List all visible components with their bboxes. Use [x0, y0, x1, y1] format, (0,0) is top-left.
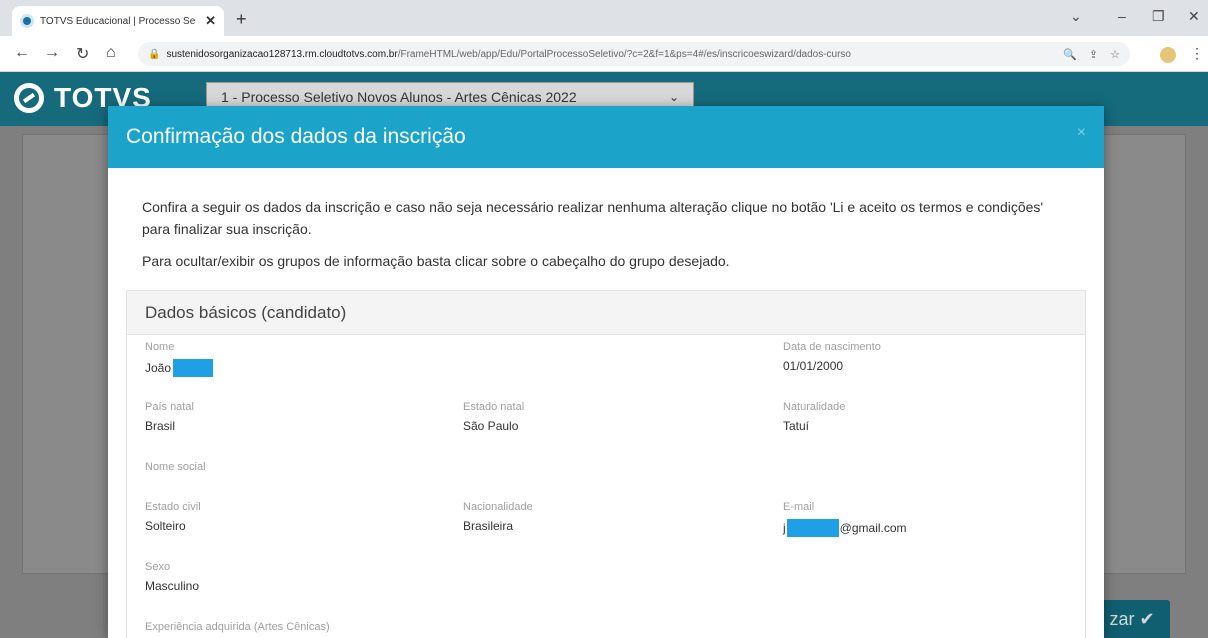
field-sexo: Sexo Masculino [145, 561, 199, 593]
group-dados-basicos: Dados básicos (candidato) Nome João Data… [126, 290, 1086, 638]
star-icon[interactable]: ☆ [1110, 48, 1120, 61]
field-label: Nacionalidade [463, 501, 533, 513]
field-value: j @gmail.com [783, 519, 907, 537]
tab-search-icon[interactable]: ⌄ [1070, 8, 1082, 25]
field-nacionalidade: Nacionalidade Brasileira [463, 501, 533, 533]
modal-header: Confirmação dos dados da inscrição × [108, 106, 1104, 168]
field-estado-civil: Estado civil Solteiro [145, 501, 201, 533]
profile-icon[interactable] [1160, 47, 1176, 63]
url-path: /FrameHTML/web/app/Edu/PortalProcessoSel… [397, 48, 851, 60]
field-label: Nome social [145, 461, 206, 473]
back-icon[interactable]: ← [14, 44, 30, 62]
reload-icon[interactable]: ↻ [76, 44, 89, 64]
field-email: E-mail j @gmail.com [783, 501, 907, 537]
field-data-nascimento: Data de nascimento 01/01/2000 [783, 341, 881, 373]
field-naturalidade: Naturalidade Tatuí [783, 401, 845, 433]
field-value: Tatuí [783, 419, 810, 433]
field-value: Brasil [145, 419, 176, 433]
share-icon[interactable]: ⇪ [1089, 48, 1098, 61]
toggle-hint-text: Para ocultar/exibir os grupos de informa… [142, 253, 730, 269]
field-value: Brasileira [463, 519, 514, 533]
address-bar[interactable]: 🔒 sustenidosorganizacao128713.rm.cloudto… [138, 42, 1130, 66]
url-domain: sustenidosorganizacao128713.rm.cloudtotv… [166, 48, 398, 60]
menu-icon[interactable]: ⋮ [1190, 45, 1204, 62]
modal-body: Confira a seguir os dados da inscrição e… [108, 168, 1104, 638]
lock-icon[interactable]: 🔒 [148, 49, 160, 60]
field-label: Experiência adquirida (Artes Cênicas) [145, 621, 330, 633]
field-value: João [145, 359, 214, 377]
browser-tab-title: TOTVS Educacional | Processo Se [40, 15, 196, 27]
process-select-value: 1 - Processo Seletivo Novos Alunos - Art… [221, 89, 577, 105]
field-value: 01/01/2000 [783, 359, 844, 373]
redaction-block [173, 359, 214, 377]
minimize-window-icon[interactable]: – [1118, 8, 1126, 24]
confirmation-modal: Confirmação dos dados da inscrição × Con… [108, 106, 1104, 638]
email-suffix: @gmail.com [839, 521, 907, 535]
forward-icon[interactable]: → [44, 44, 60, 62]
field-label: Nome [145, 341, 175, 353]
field-label: Data de nascimento [783, 341, 881, 353]
field-label: Estado civil [145, 501, 201, 513]
browser-tab[interactable]: TOTVS Educacional | Processo Se ✕ [12, 6, 224, 36]
url-text[interactable]: sustenidosorganizacao128713.rm.cloudtotv… [166, 49, 1051, 60]
totvs-logo-icon [14, 83, 44, 113]
close-icon[interactable]: × [1077, 124, 1086, 142]
finish-button[interactable]: zar ✔ [1094, 600, 1170, 638]
browser-tab-bar: TOTVS Educacional | Processo Se ✕ + ⌄ – … [0, 0, 1208, 36]
zoom-icon[interactable]: 🔍 [1063, 48, 1077, 61]
nome-value: João [145, 361, 172, 375]
close-window-icon[interactable]: ✕ [1188, 8, 1200, 25]
browser-toolbar: ← → ↻ ⌂ 🔒 sustenidosorganizacao128713.rm… [0, 36, 1208, 72]
field-pais-natal: País natal Brasil [145, 401, 194, 433]
field-experiencia: Experiência adquirida (Artes Cênicas) [145, 621, 330, 638]
close-tab-icon[interactable]: ✕ [205, 13, 216, 29]
field-label: E-mail [783, 501, 815, 513]
field-label: Sexo [145, 561, 171, 573]
field-label: Estado natal [463, 401, 525, 413]
field-value: São Paulo [463, 419, 519, 433]
restore-window-icon[interactable]: ❐ [1152, 8, 1165, 25]
intro-text: Confira a seguir os dados da inscrição e… [142, 199, 1044, 237]
field-value: Solteiro [145, 519, 186, 533]
field-nome: Nome João [145, 341, 214, 377]
totvs-favicon-icon [20, 14, 34, 28]
home-icon[interactable]: ⌂ [106, 44, 116, 62]
field-estado-natal: Estado natal São Paulo [463, 401, 524, 433]
field-nome-social: Nome social [145, 461, 206, 479]
redaction-block [786, 519, 839, 537]
chevron-down-icon: ⌄ [668, 90, 679, 104]
group-fields: Nome João Data de nascimento 01/01/2000 … [127, 335, 1085, 638]
field-label: País natal [145, 401, 194, 413]
email-prefix: j [783, 521, 786, 535]
field-value: Masculino [145, 579, 200, 593]
new-tab-button[interactable]: + [236, 9, 247, 30]
field-label: Naturalidade [783, 401, 846, 413]
group-header[interactable]: Dados básicos (candidato) [127, 291, 1085, 335]
modal-title: Confirmação dos dados da inscrição [126, 125, 466, 148]
